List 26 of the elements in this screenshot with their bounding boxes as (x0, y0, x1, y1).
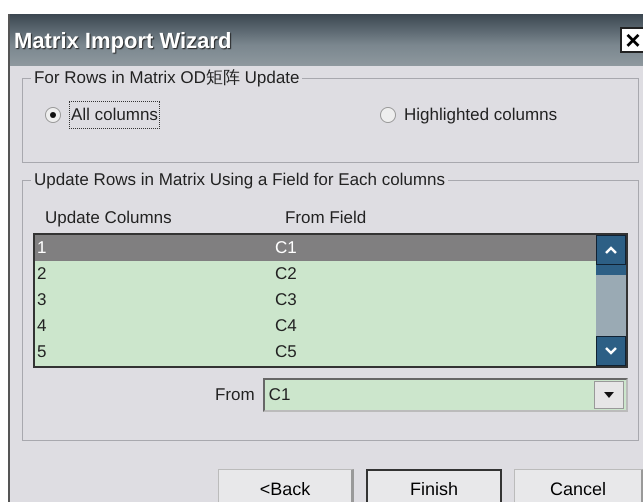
scrollbar[interactable] (596, 234, 626, 366)
wizard-button[interactable]: <Back (218, 469, 354, 502)
from-dropdown[interactable]: C1 (262, 378, 628, 412)
list-row[interactable]: 2 C2 (35, 260, 596, 286)
wizard-button[interactable]: Cancel (514, 469, 643, 502)
list-row[interactable]: 5 C5 (35, 338, 596, 364)
dropdown-arrow-icon (602, 390, 615, 398)
list-row[interactable]: 1 C1 (35, 234, 596, 260)
window-title: Matrix Import Wizard (14, 26, 232, 55)
scroll-thumb[interactable] (596, 264, 626, 274)
column-header: From Field (285, 207, 366, 229)
radio-label[interactable]: All columns (69, 101, 160, 128)
group-title: Update Rows in Matrix Using a Field for Each columns (31, 170, 448, 190)
group-title: For Rows in Matrix OD矩阵 Update (31, 68, 302, 88)
column-header: Update Columns (45, 207, 173, 229)
from-label: From (215, 384, 255, 406)
radio-label[interactable]: Highlighted columns (404, 102, 558, 128)
scroll-up-button[interactable] (596, 234, 626, 264)
scroll-down-button[interactable] (596, 336, 626, 366)
radio-button[interactable] (45, 106, 61, 123)
dropdown-button[interactable] (594, 380, 624, 408)
wizard-button[interactable]: Finish (366, 469, 502, 502)
radio-button[interactable] (380, 106, 396, 123)
list-row[interactable]: 3 C3 (35, 286, 596, 312)
close-button[interactable]: × (620, 27, 643, 53)
list-row[interactable]: 4 C4 (35, 312, 596, 338)
